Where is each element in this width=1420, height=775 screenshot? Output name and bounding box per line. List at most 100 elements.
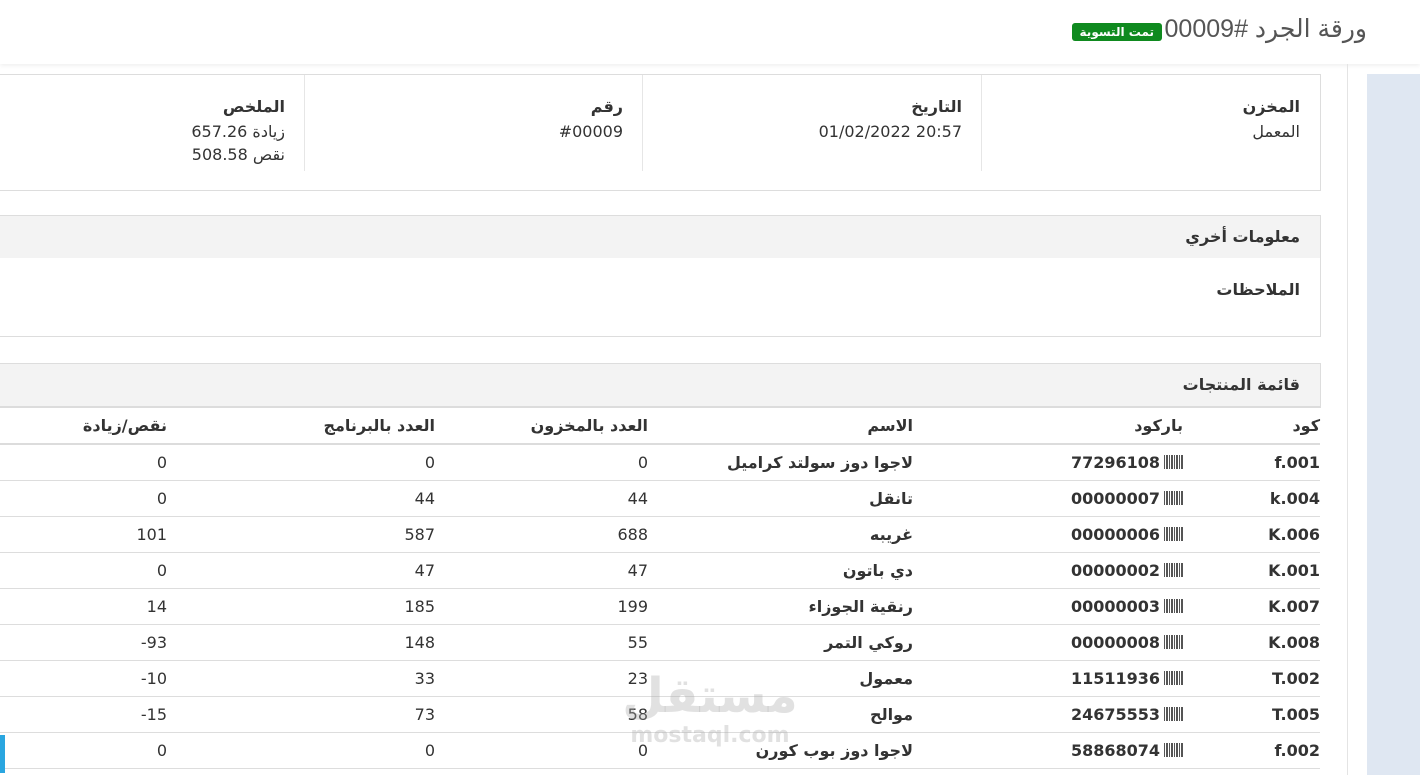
table-row[interactable]: K.007 00000003 رنقية الجوزاء 199 185 14 <box>0 588 1320 625</box>
summary-label: الملخص <box>222 97 285 116</box>
row-program: 47 <box>167 552 435 589</box>
column-header-name[interactable]: الاسم <box>648 406 913 445</box>
row-name: روكي التمر <box>648 624 913 661</box>
row-name: لاجوا دوز بوب كورن <box>648 732 913 769</box>
barcode-icon <box>1164 671 1183 685</box>
warehouse-label: المخزن <box>1242 97 1300 116</box>
row-diff: 0 <box>0 444 167 481</box>
barcode-icon <box>1164 491 1183 505</box>
date-field: التاريخ 20:57 01/02/2022 <box>662 75 962 171</box>
row-barcode: 00000003 <box>913 588 1183 625</box>
row-code: K.008 <box>1183 624 1320 661</box>
table-row[interactable]: T.002 11511936 معمول 23 33 10- <box>0 660 1320 697</box>
row-diff: 0 <box>0 480 167 517</box>
page-title: ورقة الجرد #00009 <box>1164 15 1367 43</box>
table-row[interactable]: K.001 00000002 دي باتون 47 47 0 <box>0 552 1320 589</box>
row-name: تانقل <box>648 480 913 517</box>
row-stock: 0 <box>435 732 648 769</box>
page-header: ورقة الجرد #00009 تمت التسوية <box>0 0 1420 64</box>
row-code: T.005 <box>1183 696 1320 733</box>
row-barcode: 58868074 <box>913 732 1183 769</box>
status-badge: تمت التسوية <box>1071 23 1162 41</box>
table-row[interactable]: T.005 24675553 موالح 58 73 15- <box>0 696 1320 733</box>
barcode-icon <box>1164 599 1183 613</box>
date-value: 20:57 01/02/2022 <box>818 122 962 141</box>
products-header: قائمة المنتجات <box>0 363 1321 408</box>
products-table: كود باركود الاسم العدد بالمخزون العدد با… <box>0 406 1320 769</box>
row-barcode: 00000007 <box>913 480 1183 517</box>
column-separator <box>642 75 643 171</box>
row-code: k.004 <box>1183 480 1320 517</box>
summary-decrease: نقص 508.58 <box>191 145 285 164</box>
products-title: قائمة المنتجات <box>1182 375 1300 394</box>
row-stock: 58 <box>435 696 648 733</box>
row-program: 185 <box>167 588 435 625</box>
column-header-program[interactable]: العدد بالبرنامج <box>167 406 435 445</box>
barcode-icon <box>1164 527 1183 541</box>
row-diff: 101 <box>0 516 167 553</box>
table-row[interactable]: K.006 00000006 غريبه 688 587 101 <box>0 516 1320 553</box>
row-stock: 688 <box>435 516 648 553</box>
column-header-code[interactable]: كود <box>1183 406 1320 445</box>
barcode-value: 00000002 <box>1070 561 1160 580</box>
content-divider <box>1347 64 1348 775</box>
info-panel: المخزن المعمل التاريخ 20:57 01/02/2022 ر… <box>0 74 1321 191</box>
row-program: 33 <box>167 660 435 697</box>
number-value: #00009 <box>558 122 623 141</box>
row-diff: 10- <box>0 660 167 697</box>
row-diff: 0 <box>0 552 167 589</box>
row-name: دي باتون <box>648 552 913 589</box>
row-program: 44 <box>167 480 435 517</box>
barcode-icon <box>1164 743 1183 757</box>
column-separator <box>981 75 982 171</box>
warehouse-value: المعمل <box>1252 122 1300 141</box>
barcode-icon <box>1164 563 1183 577</box>
row-barcode: 77296108 <box>913 444 1183 481</box>
other-info-title: معلومات أخري <box>1185 227 1300 246</box>
date-label: التاريخ <box>911 97 962 116</box>
row-barcode: 00000002 <box>913 552 1183 589</box>
row-code: f.002 <box>1183 732 1320 769</box>
barcode-icon <box>1164 707 1183 721</box>
row-barcode: 00000008 <box>913 624 1183 661</box>
row-diff: 15- <box>0 696 167 733</box>
barcode-value: 77296108 <box>1070 453 1160 472</box>
row-barcode: 24675553 <box>913 696 1183 733</box>
row-name: معمول <box>648 660 913 697</box>
summary-field: الملخص زيادة 657.26 نقص 508.58 <box>5 75 285 171</box>
row-name: موالح <box>648 696 913 733</box>
row-code: T.002 <box>1183 660 1320 697</box>
row-program: 0 <box>167 444 435 481</box>
table-row[interactable]: k.004 00000007 تانقل 44 44 0 <box>0 480 1320 517</box>
row-stock: 23 <box>435 660 648 697</box>
row-program: 148 <box>167 624 435 661</box>
sidebar-strip <box>1367 74 1420 775</box>
barcode-value: 58868074 <box>1070 741 1160 760</box>
table-row[interactable]: f.002 58868074 لاجوا دوز بوب كورن 0 0 0 <box>0 732 1320 769</box>
side-tab[interactable] <box>0 735 5 773</box>
row-barcode: 11511936 <box>913 660 1183 697</box>
row-barcode: 00000006 <box>913 516 1183 553</box>
row-stock: 199 <box>435 588 648 625</box>
barcode-value: 24675553 <box>1070 705 1160 724</box>
other-info-header: معلومات أخري <box>0 215 1321 260</box>
row-name: غريبه <box>648 516 913 553</box>
column-header-diff[interactable]: نقص/زيادة <box>0 406 167 445</box>
barcode-value: 00000008 <box>1070 633 1160 652</box>
row-code: f.001 <box>1183 444 1320 481</box>
row-code: K.007 <box>1183 588 1320 625</box>
row-name: رنقية الجوزاء <box>648 588 913 625</box>
barcode-value: 00000006 <box>1070 525 1160 544</box>
column-header-stock[interactable]: العدد بالمخزون <box>435 406 648 445</box>
number-label: رقم <box>590 97 623 116</box>
row-stock: 0 <box>435 444 648 481</box>
row-diff: 93- <box>0 624 167 661</box>
column-header-barcode[interactable]: باركود <box>913 406 1183 445</box>
table-header-row: كود باركود الاسم العدد بالمخزون العدد با… <box>0 406 1320 445</box>
table-row[interactable]: f.001 77296108 لاجوا دوز سولتد كراميل 0 … <box>0 444 1320 481</box>
table-row[interactable]: K.008 00000008 روكي التمر 55 148 93- <box>0 624 1320 661</box>
barcode-value: 00000007 <box>1070 489 1160 508</box>
row-program: 0 <box>167 732 435 769</box>
row-stock: 47 <box>435 552 648 589</box>
row-program: 73 <box>167 696 435 733</box>
